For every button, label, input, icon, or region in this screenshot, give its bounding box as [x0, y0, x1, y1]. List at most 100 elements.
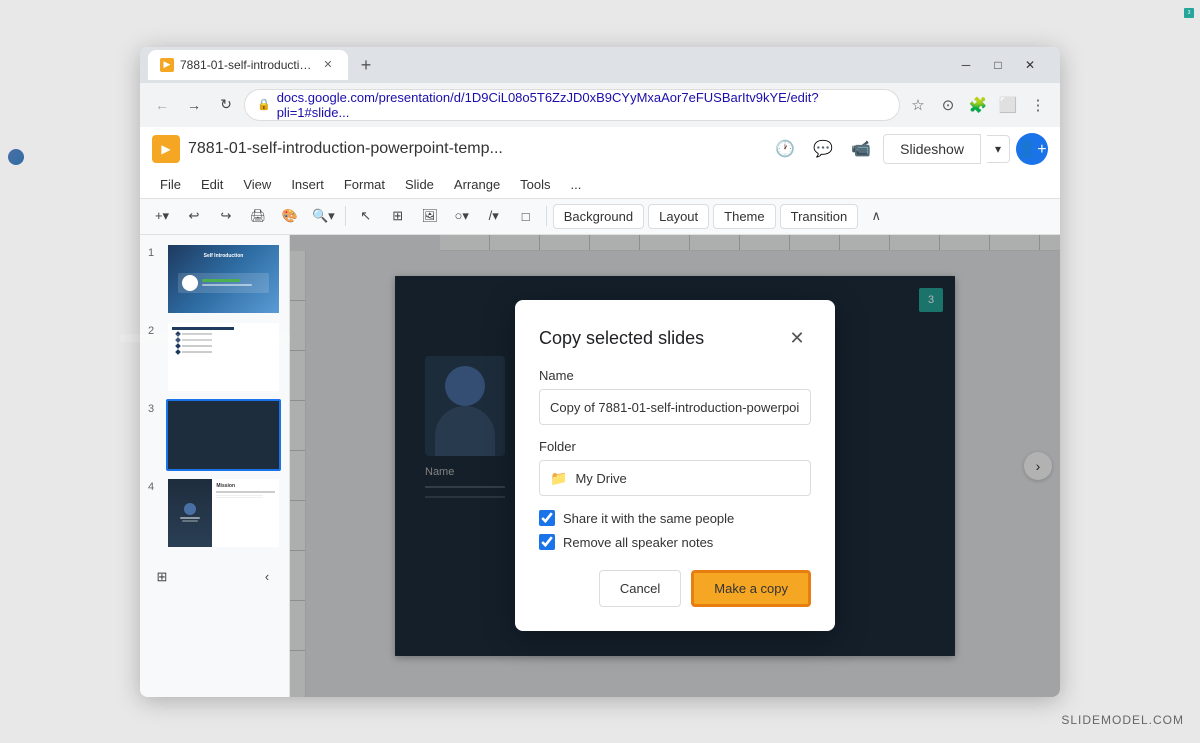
- dialog-header: Copy selected slides ✕: [539, 324, 811, 352]
- dialog-overlay: Copy selected slides ✕ Name Folder 📁 My …: [290, 235, 1060, 697]
- slide-thumb-1[interactable]: 1 Self Introduction: [148, 243, 281, 315]
- toolbar-separator-1: [345, 206, 346, 226]
- menu-tools[interactable]: Tools: [512, 173, 558, 196]
- browser-toolbar-icons: ☆ ⊙ 🧩 ⬜ ⋮: [904, 91, 1052, 119]
- menu-arrange[interactable]: Arrange: [446, 173, 508, 196]
- tab-title: 7881-01-self-introduction-powe...: [180, 58, 314, 72]
- comment-icon-button[interactable]: 💬: [807, 133, 839, 165]
- slide-thumb-4[interactable]: 4 Mission: [148, 477, 281, 549]
- close-button[interactable]: ✕: [1016, 51, 1044, 79]
- toolbar-separator-2: [546, 206, 547, 226]
- notes-checkbox-row: Remove all speaker notes: [539, 534, 811, 550]
- undo-button[interactable]: ↩: [180, 202, 208, 230]
- grid-view-button[interactable]: ⊞: [148, 563, 176, 591]
- share-button[interactable]: 👤+: [1016, 133, 1048, 165]
- paint-button[interactable]: 🎨: [276, 202, 304, 230]
- background-button[interactable]: Background: [553, 204, 644, 229]
- camera-icon-button[interactable]: 📹: [845, 133, 877, 165]
- address-box[interactable]: 🔒 docs.google.com/presentation/d/1D9CiL0…: [244, 89, 900, 121]
- slides-logo: ▶: [152, 135, 180, 163]
- share-checkbox[interactable]: [539, 510, 555, 526]
- copy-dialog: Copy selected slides ✕ Name Folder 📁 My …: [515, 300, 835, 631]
- slide-number-1: 1: [148, 247, 160, 259]
- browser-window: ▶ 7881-01-self-introduction-powe... ✕ + …: [140, 47, 1060, 697]
- clock-icon-button[interactable]: 🕐: [769, 133, 801, 165]
- slide-thumb-3[interactable]: 3 3 lacehold: [148, 399, 281, 471]
- new-tab-button[interactable]: +: [352, 52, 380, 80]
- address-bar-row: ← → ↻ 🔒 docs.google.com/presentation/d/1…: [140, 83, 1060, 127]
- slide-number-4: 4: [148, 481, 160, 493]
- watermark: SLIDEMODEL.COM: [1061, 713, 1184, 727]
- menu-bar: File Edit View Insert Format Slide Arran…: [140, 171, 1060, 198]
- layout-button[interactable]: Layout: [648, 204, 709, 229]
- redo-button[interactable]: ↪: [212, 202, 240, 230]
- header-icons: 🕐 💬 📹 Slideshow ▾ 👤+: [769, 133, 1048, 165]
- transition-button[interactable]: Transition: [780, 204, 859, 229]
- slides-title: 7881-01-self-introduction-powerpoint-tem…: [188, 140, 761, 158]
- share-checkbox-label: Share it with the same people: [563, 511, 734, 526]
- back-button[interactable]: ←: [148, 91, 176, 119]
- menu-insert[interactable]: Insert: [283, 173, 332, 196]
- tab-close-button[interactable]: ✕: [320, 57, 336, 73]
- comment-tool-button[interactable]: □: [512, 202, 540, 230]
- folder-selector[interactable]: 📁 My Drive: [539, 460, 811, 496]
- title-bar: ▶ 7881-01-self-introduction-powe... ✕ + …: [140, 47, 1060, 83]
- make-copy-button[interactable]: Make a copy: [691, 570, 811, 607]
- collapse-button[interactable]: ∧: [862, 202, 890, 230]
- slide-preview-1[interactable]: Self Introduction: [166, 243, 281, 315]
- bookmark-button[interactable]: ☆: [904, 91, 932, 119]
- shape-button[interactable]: ○▾: [448, 202, 476, 230]
- restore-button[interactable]: □: [984, 51, 1012, 79]
- menu-button[interactable]: ⋮: [1024, 91, 1052, 119]
- zoom-button[interactable]: 🔍▾: [308, 202, 339, 230]
- select-button[interactable]: ⊞: [384, 202, 412, 230]
- minimize-button[interactable]: ─: [952, 51, 980, 79]
- window-controls: ─ □ ✕: [952, 51, 1044, 79]
- collapse-panel-button[interactable]: ‹: [253, 563, 281, 591]
- cancel-button[interactable]: Cancel: [599, 570, 681, 607]
- extension-button[interactable]: 🧩: [964, 91, 992, 119]
- share-checkbox-row: Share it with the same people: [539, 510, 811, 526]
- dialog-close-button[interactable]: ✕: [783, 324, 811, 352]
- split-button[interactable]: ⬜: [994, 91, 1022, 119]
- dialog-title: Copy selected slides: [539, 328, 704, 349]
- history-button[interactable]: ⊙: [934, 91, 962, 119]
- forward-button[interactable]: →: [180, 91, 208, 119]
- slide-preview-3[interactable]: 3 lacehold: [166, 399, 281, 471]
- slide-preview-4[interactable]: Mission: [166, 477, 281, 549]
- canvas-area: 3 ceholder mple text. Insert your desire…: [290, 235, 1060, 697]
- folder-label: Folder: [539, 439, 811, 454]
- share-icon: 👤+: [1017, 139, 1046, 159]
- slides-panel: 1 Self Introduction: [140, 235, 290, 697]
- address-text: docs.google.com/presentation/d/1D9CiL08o…: [277, 90, 887, 120]
- dialog-actions: Cancel Make a copy: [539, 570, 811, 607]
- slide-number-3: 3: [148, 403, 160, 415]
- drawing-toolbar: +▾ ↩ ↪ 🖨 🎨 🔍▾ ↖ ⊞ 🖼 ○▾ /▾ □ Background L…: [140, 199, 1060, 235]
- slide-preview-2[interactable]: [166, 321, 281, 393]
- image-button[interactable]: 🖼: [416, 202, 444, 230]
- active-tab[interactable]: ▶ 7881-01-self-introduction-powe... ✕: [148, 50, 348, 80]
- slideshow-button[interactable]: Slideshow: [883, 134, 981, 164]
- tabs-bar: ▶ 7881-01-self-introduction-powe... ✕ +: [148, 50, 952, 80]
- theme-button[interactable]: Theme: [713, 204, 775, 229]
- slide-thumb-2[interactable]: 2: [148, 321, 281, 393]
- slideshow-dropdown-button[interactable]: ▾: [987, 135, 1010, 163]
- name-label: Name: [539, 368, 811, 383]
- notes-checkbox[interactable]: [539, 534, 555, 550]
- menu-more[interactable]: ...: [563, 173, 590, 196]
- slides-tab-icon: ▶: [160, 58, 174, 72]
- menu-file[interactable]: File: [152, 173, 189, 196]
- menu-edit[interactable]: Edit: [193, 173, 231, 196]
- cursor-button[interactable]: ↖: [352, 202, 380, 230]
- refresh-button[interactable]: ↻: [212, 91, 240, 119]
- print-button[interactable]: 🖨: [244, 202, 272, 230]
- add-button[interactable]: +▾: [148, 202, 176, 230]
- lock-icon: 🔒: [257, 98, 271, 111]
- line-button[interactable]: /▾: [480, 202, 508, 230]
- notes-checkbox-label: Remove all speaker notes: [563, 535, 713, 550]
- slides-toolbar: ▶ 7881-01-self-introduction-powerpoint-t…: [140, 127, 1060, 199]
- name-input[interactable]: [539, 389, 811, 425]
- slides-header: ▶ 7881-01-self-introduction-powerpoint-t…: [140, 127, 1060, 171]
- menu-slide[interactable]: Slide: [397, 173, 442, 196]
- menu-format[interactable]: Format: [336, 173, 393, 196]
